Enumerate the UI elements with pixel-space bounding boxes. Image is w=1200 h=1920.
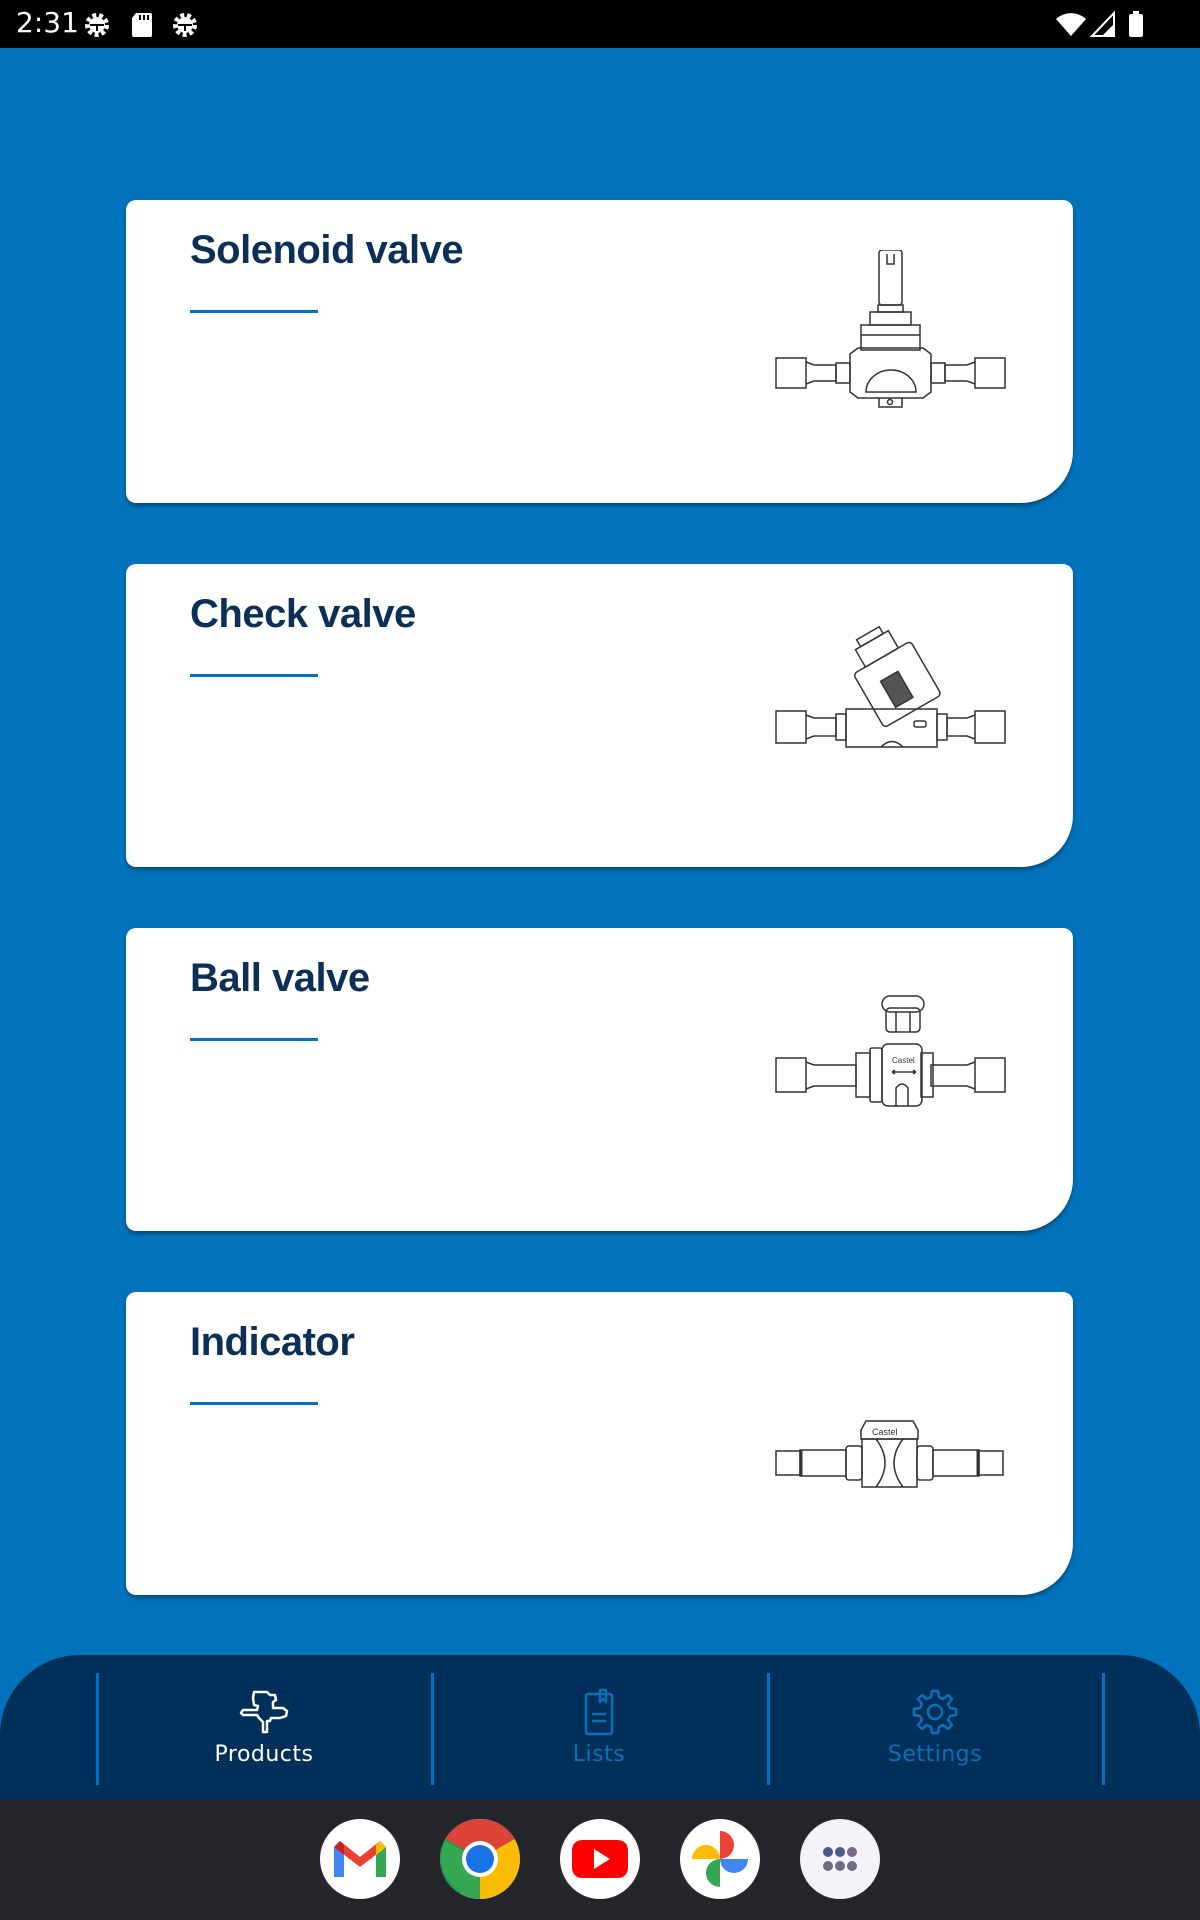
settings-gear-icon [173, 13, 197, 37]
nav-label: Products [214, 1742, 314, 1767]
check-valve-illustration [775, 625, 1006, 748]
svg-text:Castel: Castel [872, 1427, 898, 1437]
product-card-ball-valve[interactable]: Ball valve Castel [126, 928, 1073, 1231]
nav-separator [1102, 1673, 1105, 1785]
card-title: Solenoid valve [190, 228, 464, 272]
nav-tab-products[interactable]: Products [99, 1655, 429, 1800]
ball-valve-illustration: Castel [775, 995, 1006, 1107]
chrome-app-icon[interactable] [440, 1819, 520, 1899]
nav-tab-settings[interactable]: Settings [770, 1655, 1100, 1800]
nav-label: Lists [572, 1742, 626, 1767]
card-title: Check valve [190, 592, 416, 636]
gear-icon [912, 1689, 958, 1735]
solenoid-valve-illustration [775, 250, 1006, 408]
bottom-navigation: Products Lists Settings [0, 1655, 1200, 1800]
status-bar: 2:31 [0, 0, 1200, 48]
card-title: Indicator [190, 1320, 355, 1364]
settings-gear-icon [85, 13, 109, 37]
product-card-check-valve[interactable]: Check valve [126, 564, 1073, 867]
nav-tab-lists[interactable]: Lists [434, 1655, 764, 1800]
gmail-app-icon[interactable] [320, 1819, 400, 1899]
sd-card-icon [132, 13, 152, 37]
card-title-underline [190, 310, 318, 313]
card-title-underline [190, 674, 318, 677]
app-dock [0, 1800, 1200, 1920]
wifi-icon [1056, 13, 1086, 36]
card-title: Ball valve [190, 956, 370, 1000]
product-card-indicator[interactable]: Indicator Castel [126, 1292, 1073, 1595]
app-drawer-icon[interactable] [800, 1819, 880, 1899]
youtube-app-icon[interactable] [560, 1819, 640, 1899]
cellular-signal-icon [1090, 10, 1115, 37]
indicator-illustration: Castel [775, 1420, 1004, 1488]
card-title-underline [190, 1402, 318, 1405]
svg-text:Castel: Castel [892, 1056, 915, 1065]
status-time: 2:31 [16, 6, 79, 39]
product-card-solenoid-valve[interactable]: Solenoid valve [126, 200, 1073, 503]
card-title-underline [190, 1038, 318, 1041]
photos-app-icon[interactable] [680, 1819, 760, 1899]
battery-icon [1129, 11, 1143, 37]
clipboard-list-icon [584, 1688, 614, 1736]
valve-icon [239, 1690, 289, 1734]
nav-label: Settings [887, 1742, 983, 1767]
